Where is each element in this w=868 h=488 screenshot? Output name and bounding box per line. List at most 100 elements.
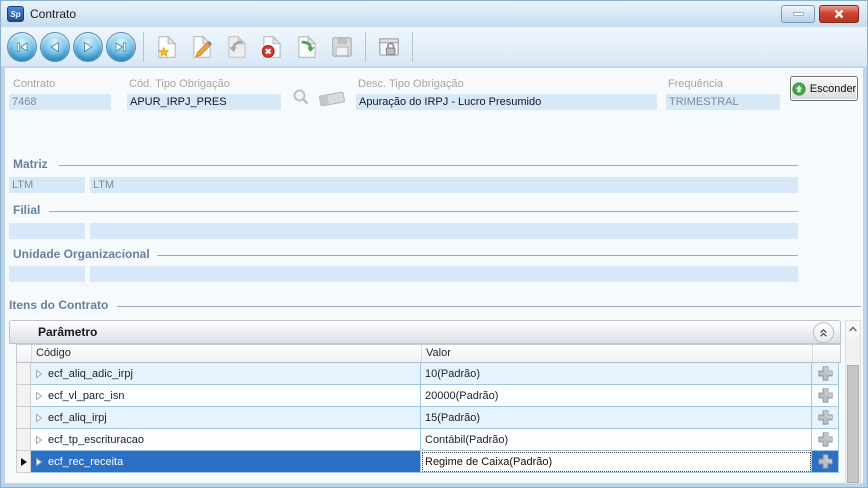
expand-icon[interactable] <box>35 369 43 379</box>
codigo-text: ecf_aliq_adic_irpj <box>48 368 133 380</box>
undo-record-button[interactable] <box>221 31 253 63</box>
minimize-icon <box>793 12 804 16</box>
esconder-button[interactable]: Esconder <box>790 76 858 101</box>
matriz-section-label: Matriz <box>13 157 48 171</box>
contrato-field[interactable]: 7468 <box>9 94 111 110</box>
confirm-record-button[interactable] <box>291 31 323 63</box>
add-parameter-button[interactable] <box>812 407 839 429</box>
plus-icon <box>817 387 834 404</box>
delete-icon <box>259 34 285 60</box>
valor-cell[interactable]: 15(Padrão) <box>421 407 812 429</box>
add-parameter-button[interactable] <box>812 451 839 473</box>
save-floppy-icon <box>329 34 355 60</box>
desc-tipo-obrigacao-field[interactable]: Apuração do IRPJ - Lucro Presumido <box>356 94 657 110</box>
toolbar <box>1 27 867 67</box>
frequencia-field[interactable]: TRIMESTRAL <box>666 94 780 110</box>
table-row[interactable]: ecf_aliq_adic_irpj 10(Padrão) <box>16 363 841 385</box>
table-body: ecf_aliq_adic_irpj 10(Padrão) ecf_vl_par… <box>16 363 841 473</box>
plus-icon <box>817 409 834 426</box>
unidade-section-line <box>157 255 798 256</box>
codigo-text: ecf_vl_parc_isn <box>48 390 124 402</box>
permissions-button[interactable] <box>373 31 405 63</box>
current-row-arrow-icon <box>21 458 27 466</box>
edit-pencil-icon <box>189 34 215 60</box>
expand-icon[interactable] <box>35 435 43 445</box>
new-record-button[interactable] <box>151 31 183 63</box>
minimize-button[interactable] <box>781 5 815 23</box>
matriz-code-field[interactable]: LTM <box>9 177 85 193</box>
add-parameter-button[interactable] <box>812 363 839 385</box>
add-parameter-button[interactable] <box>812 429 839 451</box>
filial-name-field[interactable] <box>90 223 798 239</box>
contrato-window: Sp Contrato <box>0 0 868 488</box>
confirm-arrow-icon <box>294 34 320 60</box>
add-parameter-button[interactable] <box>812 385 839 407</box>
last-record-icon <box>113 39 129 55</box>
expand-icon[interactable] <box>35 391 43 401</box>
window-title: Contrato <box>30 7 76 21</box>
toolbar-separator <box>412 32 413 62</box>
row-selector[interactable] <box>16 429 31 451</box>
title-bar: Sp Contrato <box>1 1 867 27</box>
first-record-button[interactable] <box>7 32 37 62</box>
expand-icon[interactable] <box>35 413 43 423</box>
header-valor[interactable]: Valor <box>422 345 813 362</box>
itens-section-label: Itens do Contrato <box>9 298 108 312</box>
parametro-group-header[interactable]: Parâmetro <box>9 320 841 344</box>
parametro-table: Código Valor ecf_aliq_adic_irpj 10(Padrã… <box>16 344 841 473</box>
row-selector[interactable] <box>16 451 31 473</box>
cod-tipo-obrigacao-field[interactable]: APUR_IRPJ_PRES <box>127 94 281 110</box>
filial-section-line <box>49 211 798 212</box>
close-icon <box>833 8 845 20</box>
search-icon[interactable] <box>291 88 311 108</box>
filial-code-field[interactable] <box>9 223 85 239</box>
filial-section-label: Filial <box>13 203 40 217</box>
row-selector[interactable] <box>16 385 31 407</box>
unidade-section-label: Unidade Organizacional <box>13 247 150 261</box>
table-row[interactable]: ecf_tp_escrituracao Contábil(Padrão) <box>16 429 841 451</box>
table-row[interactable]: ecf_aliq_irpj 15(Padrão) <box>16 407 841 429</box>
save-record-button[interactable] <box>326 31 358 63</box>
valor-cell[interactable]: Regime de Caixa(Padrão) <box>421 451 812 473</box>
undo-arrow-icon <box>224 34 250 60</box>
scroll-up-button[interactable] <box>846 321 860 337</box>
delete-record-button[interactable] <box>256 31 288 63</box>
valor-cell[interactable]: 10(Padrão) <box>421 363 812 385</box>
row-selector[interactable] <box>16 363 31 385</box>
eraser-icon[interactable] <box>317 90 347 108</box>
collapse-button[interactable] <box>813 322 834 343</box>
row-selector[interactable] <box>16 407 31 429</box>
valor-cell[interactable]: Contábil(Padrão) <box>421 429 812 451</box>
valor-text: 20000(Padrão) <box>425 390 498 402</box>
codigo-cell[interactable]: ecf_aliq_adic_irpj <box>31 363 421 385</box>
table-header-row: Código Valor <box>16 344 841 363</box>
last-record-button[interactable] <box>106 32 136 62</box>
previous-record-button[interactable] <box>40 32 70 62</box>
table-row[interactable]: ecf_rec_receita Regime de Caixa(Padrão) <box>16 451 841 473</box>
up-arrow-icon <box>792 82 806 96</box>
previous-record-icon <box>47 39 63 55</box>
unidade-name-field[interactable] <box>90 266 798 282</box>
expand-icon[interactable] <box>35 457 43 467</box>
next-record-button[interactable] <box>73 32 103 62</box>
scrollbar-thumb[interactable] <box>847 365 859 483</box>
header-codigo[interactable]: Código <box>32 345 422 362</box>
codigo-cell[interactable]: ecf_aliq_irpj <box>31 407 421 429</box>
content-area: Contrato 7468 Cód. Tipo Obrigação APUR_I… <box>5 68 863 483</box>
close-button[interactable] <box>819 5 859 23</box>
unidade-code-field[interactable] <box>9 266 85 282</box>
valor-text: 10(Padrão) <box>425 368 480 380</box>
matriz-section-line <box>59 165 798 166</box>
codigo-cell[interactable]: ecf_rec_receita <box>31 451 421 473</box>
codigo-cell[interactable]: ecf_vl_parc_isn <box>31 385 421 407</box>
plus-icon <box>817 453 834 470</box>
header-gutter <box>17 345 32 362</box>
edit-record-button[interactable] <box>186 31 218 63</box>
codigo-cell[interactable]: ecf_tp_escrituracao <box>31 429 421 451</box>
valor-text: Contábil(Padrão) <box>425 434 508 446</box>
vertical-scrollbar[interactable] <box>845 320 861 484</box>
valor-cell[interactable]: 20000(Padrão) <box>421 385 812 407</box>
table-row[interactable]: ecf_vl_parc_isn 20000(Padrão) <box>16 385 841 407</box>
esconder-label: Esconder <box>810 83 856 95</box>
matriz-name-field[interactable]: LTM <box>90 177 798 193</box>
